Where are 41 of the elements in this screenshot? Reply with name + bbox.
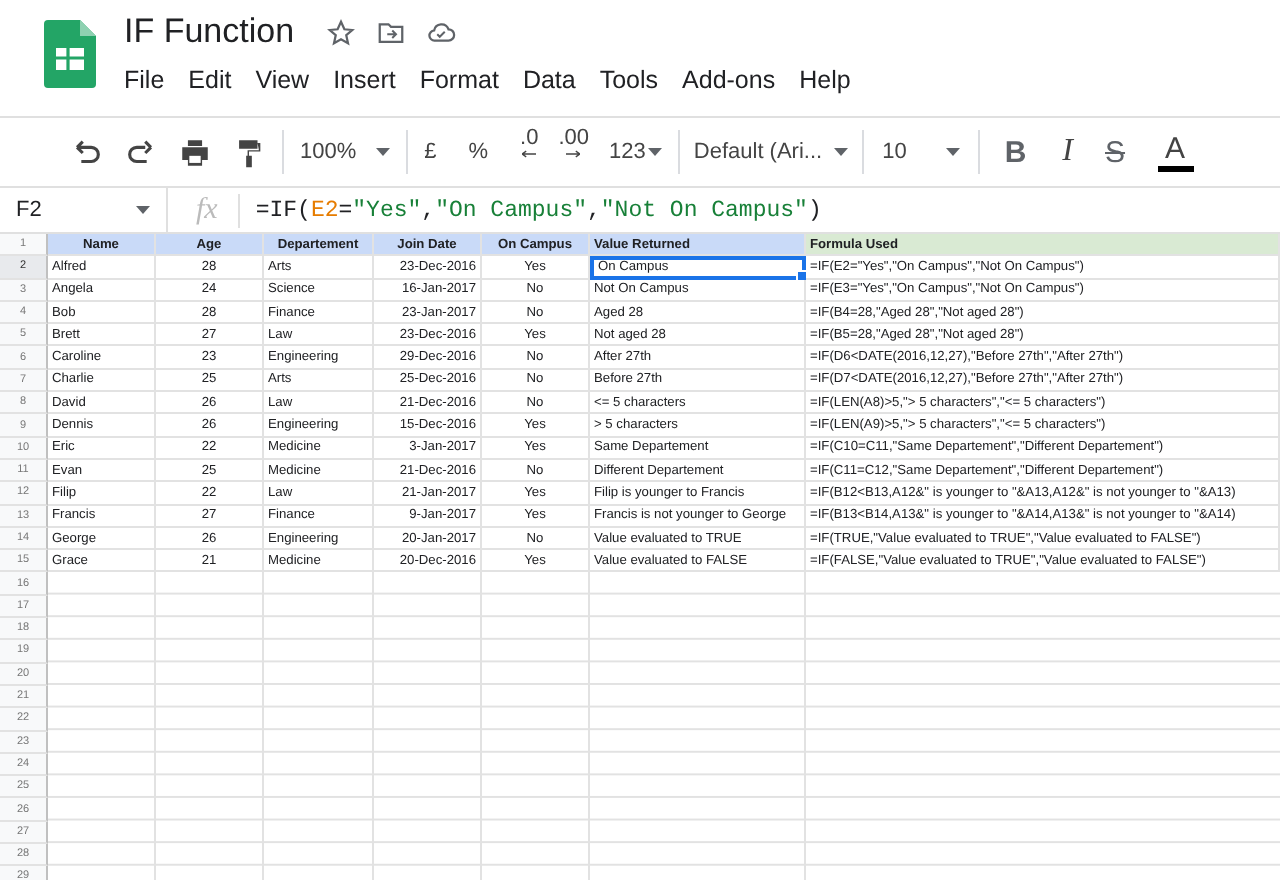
folder-arrow-icon[interactable] [376, 17, 407, 47]
currency-button[interactable]: £ [414, 128, 447, 176]
menu-item[interactable]: File [112, 62, 177, 98]
increase-decimal-button[interactable]: .00 [548, 128, 600, 176]
name-box[interactable]: F2 [0, 188, 168, 232]
function-label: fx [168, 193, 240, 227]
bold-button[interactable]: B [994, 128, 1037, 176]
menu-item[interactable]: Insert [321, 62, 408, 98]
caret-icon [376, 148, 391, 156]
cloud-check-icon [426, 17, 457, 47]
undo-icon [70, 135, 104, 169]
menu-item[interactable]: Help [787, 62, 863, 98]
sheets-logo-icon [44, 20, 96, 88]
strikethrough-button[interactable]: S [1095, 128, 1136, 176]
number-format-dropdown[interactable]: 123 [599, 128, 672, 176]
menu-item[interactable]: Edit [176, 62, 244, 98]
menu-item[interactable]: View [243, 62, 322, 98]
caret-icon [136, 206, 150, 214]
font-size-dropdown[interactable]: 10 [870, 128, 973, 176]
caret-icon [647, 148, 662, 156]
arrow-icon [566, 150, 581, 158]
star-icon[interactable] [326, 17, 357, 47]
caret-icon [834, 148, 849, 156]
document-title: IF Function [124, 12, 295, 52]
text-color-button[interactable]: A [1147, 128, 1204, 176]
decrease-decimal-button[interactable]: .0 [510, 128, 549, 176]
menu-item[interactable]: Data [510, 62, 588, 98]
menu-item[interactable]: Format [407, 62, 511, 98]
menu-item[interactable]: Add-ons [670, 62, 788, 98]
percent-button[interactable]: % [458, 128, 499, 176]
caret-icon [946, 148, 961, 156]
font-dropdown[interactable]: Default (Ari... [685, 128, 857, 176]
fill-handle[interactable] [796, 269, 808, 282]
italic-button[interactable]: I [1052, 128, 1083, 176]
menu-item[interactable]: Tools [587, 62, 671, 98]
redo-icon [124, 135, 158, 169]
print-icon [178, 135, 212, 169]
formula-input[interactable]: =IF(E2="Yes","On Campus","Not On Campus") [255, 197, 822, 223]
zoom-dropdown[interactable]: 100% [290, 128, 401, 176]
cell-reference: F2 [16, 198, 42, 222]
arrow-icon [522, 150, 537, 158]
